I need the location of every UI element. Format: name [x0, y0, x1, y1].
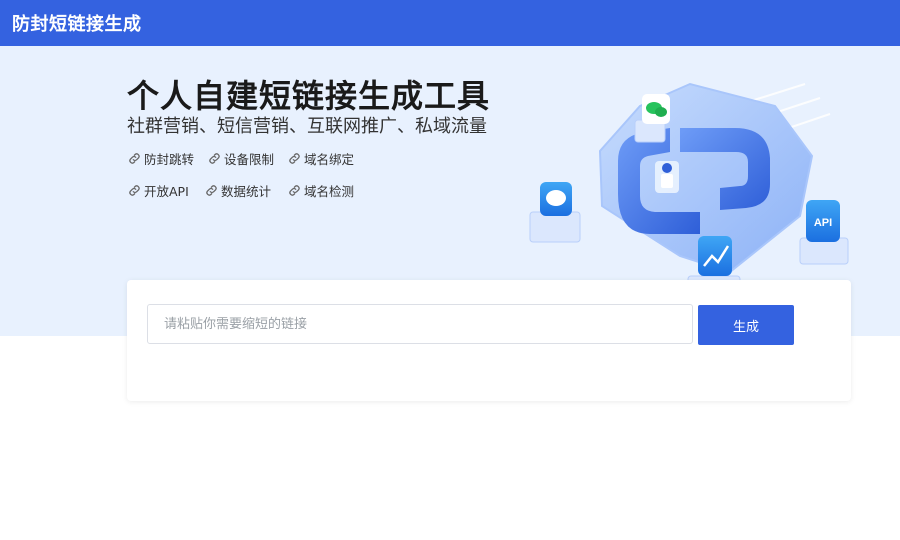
- feature-list: 防封跳转 设备限制 域名绑定 开放API 数据统计 域名检测: [128, 147, 528, 217]
- feature-device-limit: 设备限制: [208, 149, 274, 168]
- feature-anti-block: 防封跳转: [128, 149, 194, 168]
- site-title[interactable]: 防封短链接生成: [12, 10, 142, 36]
- api-badge-text: API: [814, 217, 832, 229]
- feature-domain-binding: 域名绑定: [288, 149, 354, 168]
- link-icon: [128, 152, 141, 165]
- url-input[interactable]: [147, 304, 693, 344]
- feature-label: 开放API: [144, 184, 189, 199]
- top-bar: 防封短链接生成: [0, 0, 900, 46]
- link-icon: [288, 184, 301, 197]
- feature-label: 数据统计: [221, 184, 272, 199]
- chat-bubble-icon: [529, 182, 581, 243]
- link-icon: [288, 152, 301, 165]
- link-icon: [128, 184, 141, 197]
- feature-label: 防封跳转: [144, 152, 195, 167]
- link-shield-illustration: API: [529, 82, 849, 295]
- feature-label: 域名绑定: [304, 152, 355, 167]
- feature-open-api: 开放API: [128, 181, 189, 200]
- hero-subtitle: 社群营销、短信营销、互联网推广、私域流量: [127, 116, 487, 137]
- shorten-form-card: 生成: [127, 280, 851, 401]
- hero-title: 个人自建短链接生成工具: [127, 77, 491, 115]
- feature-label: 设备限制: [224, 152, 275, 167]
- generate-button[interactable]: 生成: [698, 305, 794, 345]
- link-icon: [205, 184, 218, 197]
- feature-label: 域名检测: [304, 184, 355, 199]
- feature-data-stats: 数据统计: [205, 181, 271, 200]
- api-tile-icon: API: [799, 200, 849, 265]
- link-icon: [208, 152, 221, 165]
- feature-domain-check: 域名检测: [288, 181, 354, 200]
